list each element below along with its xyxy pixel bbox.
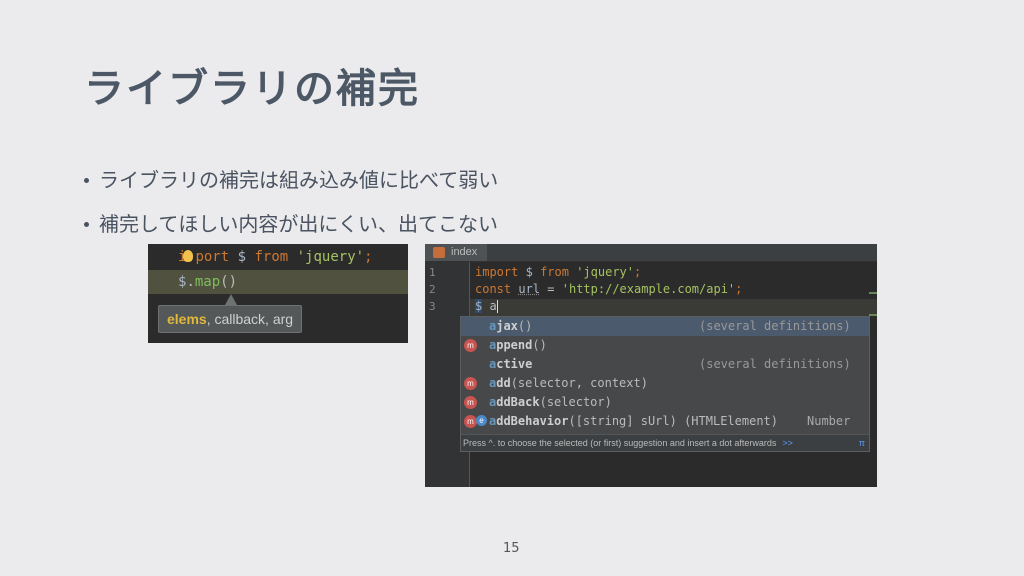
tab-label: index [451,246,478,258]
completion-name: append() [489,336,547,355]
text-caret [496,300,498,313]
completion-tail: (several definitions) [699,319,851,333]
bullet-item: ライブラリの補完は組み込み値に比べて弱い [84,158,498,202]
tooltip-pointer [225,294,237,305]
autocomplete-popup: ajax() (several definitions) m append() acti… [460,316,870,452]
slide-title: ライブラリの補完 [84,66,420,112]
tab-index[interactable]: index [425,244,488,261]
code-token: $ [475,299,483,313]
completion-rest: ctive [496,357,533,371]
method-icon: m [464,396,477,409]
code-token: ; [634,265,642,279]
footer-text: Press ^. to choose the selected (or firs… [463,438,777,448]
bullet-list: ライブラリの補完は組み込み値に比べて弱い 補完してほしい内容が出にくい、出てこな… [84,158,498,246]
code-token: const [475,282,512,296]
method-icon: m [464,377,477,390]
completion-item[interactable]: active (several definitions) [461,355,869,374]
code-token: from [540,265,569,279]
code-token: = [547,282,555,296]
completion-item[interactable]: m add(selector, context) [461,374,869,393]
completion-item[interactable]: m e addBehavior([string] sUrl) (HTMLElemen… [461,412,869,431]
hint-current-param: elems [167,311,207,327]
editor-tab-bar: index [425,244,877,262]
code-line-2: const url = 'http://example.com/api'; [475,282,742,296]
code-token: import [475,265,519,279]
code-token: $ [525,265,533,279]
code-token: . [186,274,195,290]
code-line-3[interactable]: $ a [475,299,498,313]
code-token: map [194,274,221,290]
completion-signature: ([string] sUrl) (HTMLElement) [568,414,778,428]
code-token: port [195,249,230,265]
code-token: url [518,282,541,296]
bullet-item: 補完してほしい内容が出にくい、出てこない [84,202,498,246]
code-token: a [489,299,497,313]
code-line-1: import $ from 'jquery'; [475,265,641,279]
code-token: 'http://example.com/api' [561,282,736,296]
code-token: ; [364,249,373,265]
bullet-dot [84,221,89,227]
footer-more-link[interactable]: >> [782,438,793,448]
hint-rest-params: , callback, arg [206,311,294,327]
line-number: 2 [429,283,436,296]
completion-signature: () [532,338,547,352]
code-token: () [220,274,238,290]
current-line-highlight [470,299,877,316]
completion-rest: dd [496,376,511,390]
completion-signature: (selector) [539,395,612,409]
completion-rest: ddBack [496,395,540,409]
completion-item[interactable]: m append() [461,336,869,355]
parameter-hint-tooltip: elems, callback, arg [158,305,303,333]
bullet-text: 補完してほしい内容が出にくい、出てこない [99,212,498,236]
completion-type: Number [807,414,851,428]
completion-rest: ppend [496,338,533,352]
line-number: 3 [429,300,436,313]
completion-rest: ddBehavior [496,414,569,428]
bullet-dot [84,177,89,183]
code-token: from [254,249,289,265]
code-token: $ [237,249,247,265]
code-token: 'jquery' [296,249,365,265]
completion-item[interactable]: ajax() (several definitions) [461,317,869,336]
completion-item[interactable]: m addBack(selector) [461,393,869,412]
method-icon: m [464,339,477,352]
completion-name: ajax() [489,317,532,336]
file-icon [433,247,445,258]
completion-rest: jax [496,319,518,333]
lightbulb-icon[interactable] [183,250,193,262]
page-number: 15 [503,541,520,556]
bullet-text: ライブラリの補完は組み込み値に比べて弱い [99,168,499,192]
stripe-mark[interactable] [869,292,877,294]
completion-name: addBack(selector) [489,393,612,412]
completion-signature: () [517,319,533,333]
completion-signature: (selector, context) [510,376,648,390]
completion-name: addBehavior([string] sUrl) (HTMLElement) [489,412,778,431]
stripe-mark[interactable] [869,314,877,316]
completion-name: active [489,355,532,374]
browser-icon: e [476,415,487,426]
autocomplete-footer: Press ^. to choose the selected (or firs… [461,434,869,451]
code-line-2: $.map() [148,270,408,294]
error-stripe[interactable] [869,262,877,487]
code-token: 'jquery' [576,265,634,279]
completion-name: add(selector, context) [489,374,648,393]
method-icon: m [464,415,477,428]
pi-icon[interactable]: π [859,435,865,451]
completion-tail: (several definitions) [699,357,851,371]
code-token: ; [735,282,743,296]
line-number: 1 [429,266,436,279]
